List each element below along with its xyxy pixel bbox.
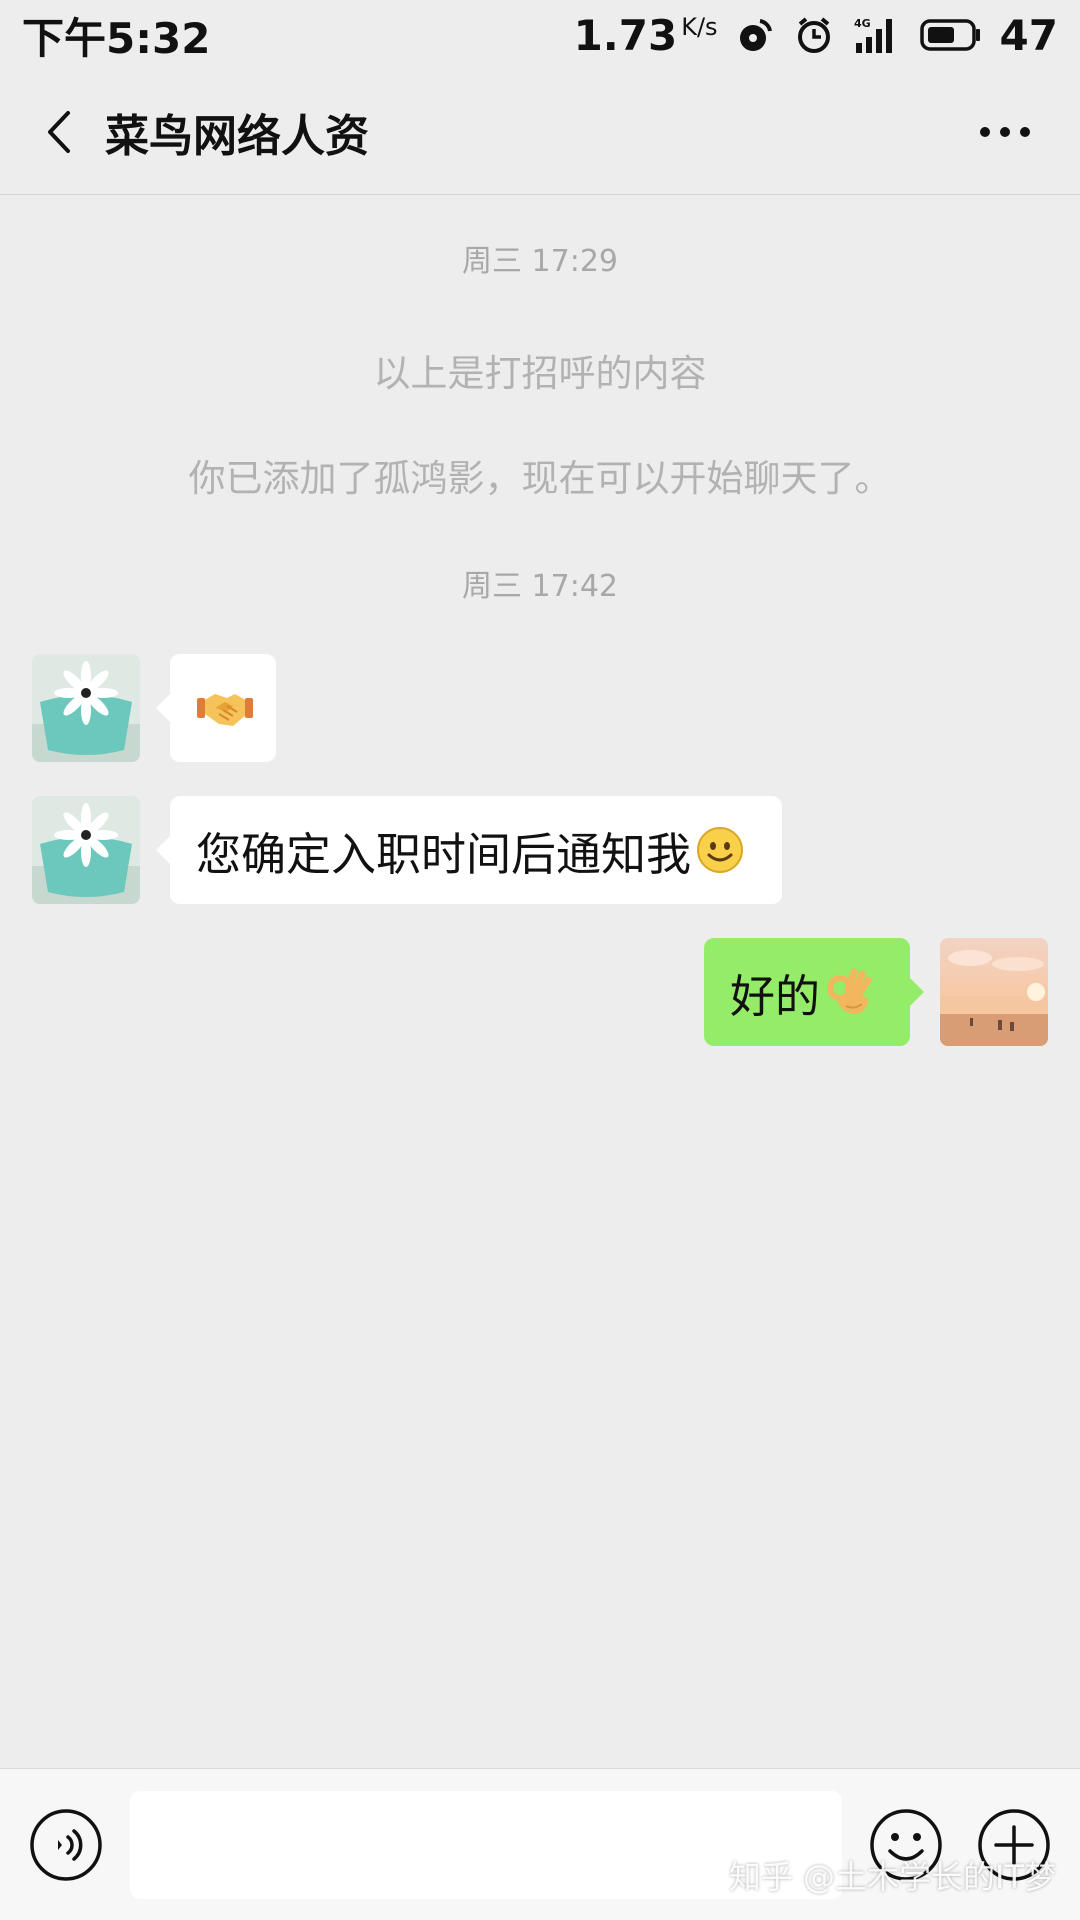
back-button[interactable]: [25, 97, 95, 167]
battery-icon: [919, 17, 982, 53]
svg-text:4G: 4G: [854, 17, 871, 30]
more-dots-icon: [980, 127, 1030, 137]
ok-hand-icon: [824, 966, 874, 1018]
message-timestamp: 周三 17:29: [462, 244, 618, 279]
status-icons: 1.73 K/s 4G 47: [574, 11, 1058, 60]
voice-input-button[interactable]: [28, 1807, 104, 1887]
battery-level: 47: [999, 10, 1058, 60]
received-message-bubble[interactable]: [156, 654, 276, 762]
message-list[interactable]: 周三 17:29 以上是打招呼的内容 你已添加了孤鸿影，现在可以开始聊天了。 周…: [0, 196, 1080, 1766]
status-time: 下午5:32: [22, 13, 211, 63]
smile-icon: [695, 825, 745, 875]
contact-avatar[interactable]: [32, 654, 140, 762]
chevron-left-icon: [48, 111, 70, 153]
alarm-clock-icon: [794, 15, 834, 55]
network-speed-unit: K/s: [681, 12, 718, 41]
signal-4g-icon: 4G: [852, 15, 902, 55]
voice-icon: [30, 1809, 102, 1881]
network-speed: 1.73 K/s: [574, 11, 718, 60]
message-timestamp: 周三 17:42: [462, 569, 618, 604]
handshake-icon: [197, 684, 253, 732]
contact-avatar[interactable]: [32, 796, 140, 904]
received-message-bubble[interactable]: 您确定入职时间后通知我: [156, 796, 782, 904]
user-avatar[interactable]: [940, 938, 1048, 1046]
watermark-text: 知乎 @土木学长的IT梦: [728, 1858, 1056, 1896]
hotspot-icon: [736, 15, 776, 55]
system-message: 你已添加了孤鸿影，现在可以开始聊天了。: [188, 457, 892, 500]
network-speed-value: 1.73: [573, 10, 678, 60]
status-bar: 下午5:32 1.73 K/s 4G 47: [0, 0, 1080, 70]
chat-header: 菜鸟网络人资: [0, 70, 1080, 195]
sent-message-bubble[interactable]: 好的: [704, 938, 924, 1046]
message-text: 好的: [730, 969, 821, 1023]
system-message: 以上是打招呼的内容: [373, 352, 707, 395]
more-options-button[interactable]: [970, 97, 1040, 167]
message-text: 您确定入职时间后通知我: [196, 827, 692, 881]
chat-title: 菜鸟网络人资: [105, 111, 369, 162]
